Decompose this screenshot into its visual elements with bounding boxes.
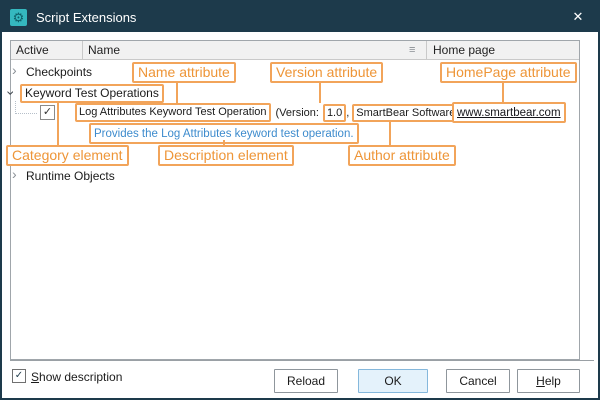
- cancel-button[interactable]: Cancel: [446, 369, 510, 393]
- annotation-name-attribute: Name attribute: [132, 62, 236, 83]
- titlebar: ⚙ Script Extensions ✕: [2, 2, 598, 32]
- extension-row[interactable]: Log Attributes Keyword Test Operation (V…: [75, 103, 463, 122]
- window-title: Script Extensions: [36, 10, 136, 25]
- column-header-active[interactable]: Active: [11, 41, 83, 59]
- home-page-link[interactable]: www.smartbear.com: [457, 107, 561, 119]
- help-mnemonic: H: [536, 374, 545, 388]
- chevron-right-icon[interactable]: ›: [12, 63, 17, 77]
- annotation-category-element: Category element: [6, 145, 129, 166]
- ok-button[interactable]: OK: [358, 369, 428, 393]
- tree-item-keyword-test-operations[interactable]: Keyword Test Operations: [20, 84, 164, 103]
- tree-item-runtime-objects[interactable]: Runtime Objects: [26, 169, 115, 183]
- help-rest: elp: [545, 374, 561, 388]
- column-header-name[interactable]: Name ≡: [83, 41, 427, 59]
- chevron-down-icon[interactable]: ›: [4, 91, 18, 96]
- extension-checkbox[interactable]: ✓: [40, 105, 55, 120]
- reload-button[interactable]: Reload: [274, 369, 338, 393]
- column-header-home-page[interactable]: Home page: [427, 41, 579, 59]
- extension-description: Provides the Log Attributes keyword test…: [94, 128, 354, 140]
- column-header-name-label: Name: [88, 43, 120, 57]
- annotation-description-element: Description element: [158, 145, 294, 166]
- author-value: SmartBear Software): [352, 104, 463, 122]
- annotation-author-attribute: Author attribute: [348, 145, 456, 166]
- show-description-mnemonic: S: [31, 370, 39, 384]
- gear-icon: ⚙: [10, 9, 27, 26]
- version-value: 1.0: [323, 104, 346, 122]
- connector-line: [176, 83, 178, 105]
- connector-line: [389, 122, 391, 145]
- version-prefix: (Version:: [276, 107, 319, 119]
- chevron-right-icon[interactable]: ›: [12, 167, 17, 181]
- check-icon: ✓: [43, 107, 52, 118]
- gear-glyph: ⚙: [13, 11, 25, 24]
- help-button[interactable]: Help: [517, 369, 580, 393]
- tree-item-checkpoints[interactable]: Checkpoints: [26, 65, 92, 79]
- close-icon: ✕: [573, 9, 584, 25]
- extension-name: Log Attributes Keyword Test Operation: [75, 103, 271, 122]
- show-description-label[interactable]: Show description: [31, 370, 122, 384]
- tree-guide-line: [15, 113, 37, 114]
- check-icon: ✓: [15, 371, 23, 381]
- annotation-version-attribute: Version attribute: [270, 62, 383, 83]
- connector-line: [57, 102, 59, 145]
- annotation-homepage-attribute: HomePage attribute: [440, 62, 577, 83]
- connector-line: [223, 140, 225, 146]
- show-description-checkbox[interactable]: ✓: [12, 369, 26, 383]
- home-page-box: www.smartbear.com: [452, 102, 566, 123]
- show-description-rest: how description: [39, 370, 122, 384]
- script-extensions-dialog: ⚙ Script Extensions ✕ Active Name ≡ Home…: [0, 0, 600, 400]
- close-button[interactable]: ✕: [566, 6, 590, 28]
- comma-separator: ,: [346, 107, 349, 119]
- connector-line: [319, 83, 321, 103]
- footer-separator: [10, 360, 594, 361]
- table-header: Active Name ≡ Home page: [11, 41, 579, 60]
- sort-icon: ≡: [409, 46, 421, 55]
- connector-line: [502, 83, 504, 102]
